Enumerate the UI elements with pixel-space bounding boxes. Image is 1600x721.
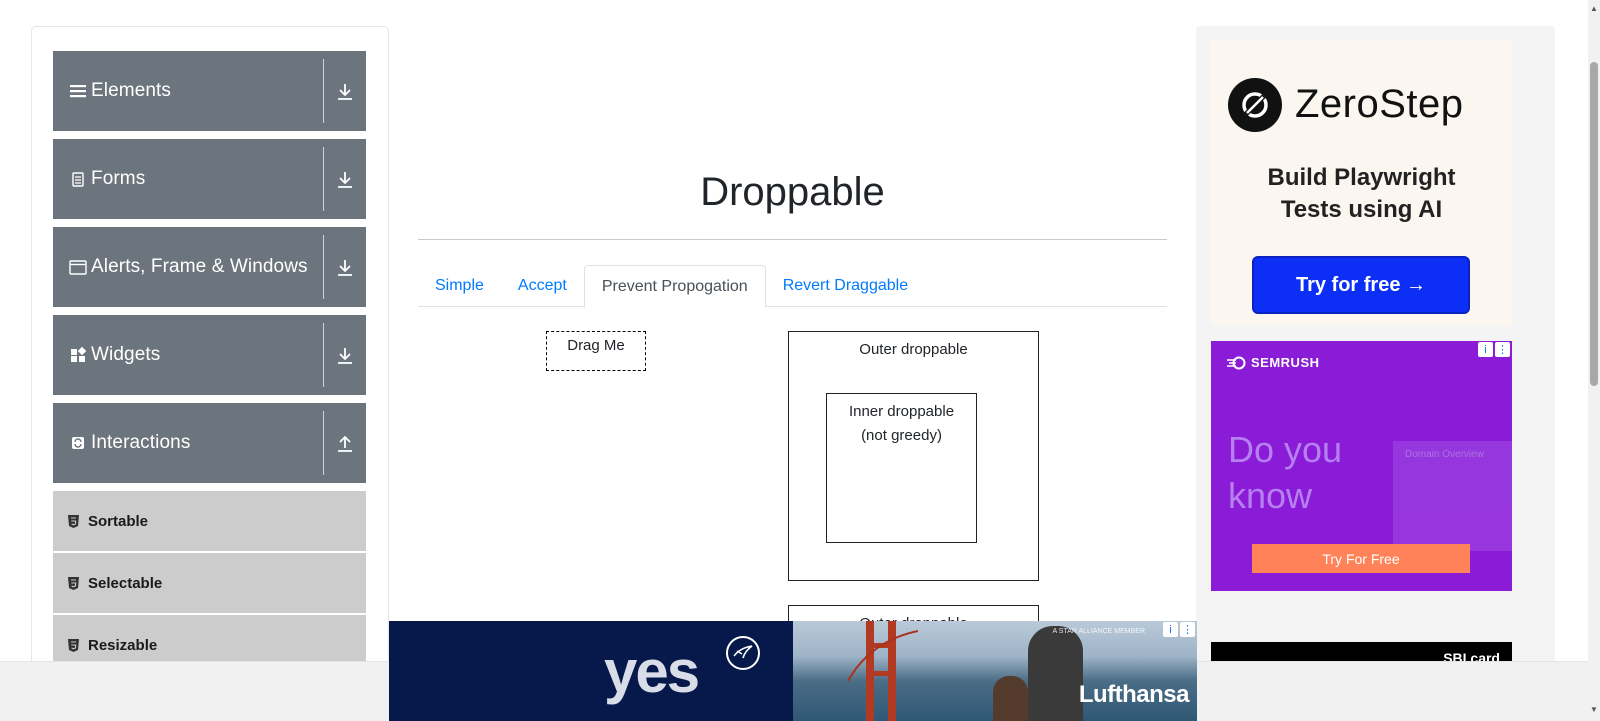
sidebar-item-sortable[interactable]: Sortable bbox=[53, 491, 366, 553]
divider bbox=[418, 239, 1167, 240]
html5-icon bbox=[68, 514, 80, 528]
divider bbox=[323, 411, 324, 475]
tab-revert-draggable[interactable]: Revert Draggable bbox=[766, 265, 925, 307]
html5-icon bbox=[68, 576, 80, 590]
sidebar-group-label: Alerts, Frame & Windows bbox=[91, 256, 308, 277]
widgets-grid-icon bbox=[69, 347, 87, 363]
zerostep-tagline-line: Build Playwright bbox=[1267, 164, 1456, 191]
lufthansa-yes-text: yes bbox=[604, 638, 700, 705]
sidebar-group-label: Widgets bbox=[91, 344, 161, 365]
zerostep-logo-icon bbox=[1228, 78, 1282, 132]
semrush-try-button[interactable]: Try For Free bbox=[1252, 544, 1470, 573]
hamburger-icon bbox=[69, 84, 87, 98]
tab-bar: Simple Accept Prevent Propogation Revert… bbox=[418, 265, 1167, 308]
inner-droppable-label: Inner droppable bbox=[848, 403, 955, 420]
zerostep-tagline: Build Playwright Tests using AI bbox=[1211, 162, 1512, 226]
lufthansa-left-panel: yes bbox=[389, 621, 793, 721]
child-figure-image bbox=[993, 676, 1028, 721]
ad-info-controls: i ⋮ bbox=[1163, 622, 1195, 637]
sidebar-item-label: Selectable bbox=[88, 574, 163, 592]
download-icon[interactable] bbox=[332, 255, 358, 281]
drag-me-box[interactable]: Drag Me bbox=[546, 331, 646, 371]
sidebar-group-forms[interactable]: Forms bbox=[53, 139, 366, 219]
sidebar-group-elements[interactable]: Elements bbox=[53, 51, 366, 131]
lufthansa-brand: Lufthansa bbox=[1078, 681, 1190, 708]
sidebar-group-label: Forms bbox=[91, 168, 146, 189]
interactions-icon bbox=[69, 436, 87, 450]
upload-icon[interactable] bbox=[332, 431, 358, 457]
tab-accept[interactable]: Accept bbox=[501, 265, 584, 307]
ad-info-icon[interactable]: i bbox=[1163, 622, 1178, 637]
sidebar-group-label: Interactions bbox=[91, 432, 191, 453]
main-content: Droppable Simple Accept Prevent Propogat… bbox=[418, 0, 1167, 721]
ad-menu-icon[interactable]: ⋮ bbox=[1495, 342, 1510, 357]
scroll-down-arrow-icon[interactable]: ▼ bbox=[1590, 705, 1598, 714]
semrush-ad[interactable]: SEMRUSH i ⋮ Domain Overview Do you know … bbox=[1211, 341, 1512, 591]
sidebar-group-interactions[interactable]: Interactions bbox=[53, 403, 366, 483]
html5-icon bbox=[68, 638, 80, 652]
sidebar-group-alerts[interactable]: Alerts, Frame & Windows bbox=[53, 227, 366, 307]
semrush-headline: Do you know bbox=[1228, 427, 1342, 519]
semrush-preview-panel: Domain Overview bbox=[1393, 441, 1512, 551]
left-sidebar: Elements Forms Alerts, Frame & Windows W… bbox=[31, 26, 389, 721]
ad-menu-icon[interactable]: ⋮ bbox=[1180, 622, 1195, 637]
divider bbox=[323, 235, 324, 299]
semrush-panel-title: Domain Overview bbox=[1405, 449, 1484, 460]
window-icon bbox=[69, 259, 87, 275]
inner-droppable-note: (not greedy) bbox=[861, 427, 942, 444]
page: Elements Forms Alerts, Frame & Windows W… bbox=[0, 0, 1600, 721]
outer-droppable-label: Outer droppable bbox=[859, 341, 968, 358]
page-scrollbar[interactable]: ▲ ▼ bbox=[1588, 0, 1600, 721]
inner-droppable[interactable]: Inner droppable (not greedy) bbox=[826, 393, 977, 543]
semrush-logo: SEMRUSH bbox=[1227, 355, 1320, 370]
sidebar-item-label: Resizable bbox=[88, 636, 158, 654]
zerostep-brand: ZeroStep bbox=[1295, 82, 1464, 126]
lufthansa-photo-panel: A STAR ALLIANCE MEMBER Lufthansa i ⋮ bbox=[793, 621, 1197, 721]
tab-simple[interactable]: Simple bbox=[418, 265, 501, 307]
download-icon[interactable] bbox=[332, 167, 358, 193]
sidebar-item-label: Sortable bbox=[88, 512, 149, 530]
outer-droppable[interactable]: Outer droppable Inner droppable (not gre… bbox=[788, 331, 1039, 581]
sidebar-group-widgets[interactable]: Widgets bbox=[53, 315, 366, 395]
zerostep-ad[interactable]: ZeroStep Build Playwright Tests using AI… bbox=[1211, 40, 1512, 325]
divider bbox=[323, 323, 324, 387]
semrush-headline-line: know bbox=[1228, 475, 1313, 516]
star-alliance-text: A STAR ALLIANCE MEMBER bbox=[1052, 628, 1145, 635]
divider bbox=[323, 147, 324, 211]
form-doc-icon bbox=[69, 171, 87, 187]
lufthansa-crane-icon bbox=[726, 636, 760, 670]
tab-prevent-propogation[interactable]: Prevent Propogation bbox=[583, 265, 766, 308]
lufthansa-banner-ad[interactable]: yes A STAR ALLIANCE MEMBER Lufthansa i ⋮ bbox=[389, 621, 1197, 721]
sidebar-item-selectable[interactable]: Selectable bbox=[53, 553, 366, 615]
person-figure-image bbox=[1028, 626, 1083, 721]
golden-gate-bridge-image bbox=[848, 621, 918, 721]
zerostep-tagline-line: Tests using AI bbox=[1280, 196, 1443, 223]
scroll-up-arrow-icon[interactable]: ▲ bbox=[1590, 4, 1598, 13]
page-title: Droppable bbox=[700, 170, 885, 214]
sidebar-group-label: Elements bbox=[91, 80, 172, 101]
scrollbar-thumb[interactable] bbox=[1590, 62, 1598, 386]
download-icon[interactable] bbox=[332, 343, 358, 369]
ad-info-controls: i ⋮ bbox=[1478, 342, 1510, 357]
semrush-flame-icon bbox=[1227, 356, 1246, 369]
semrush-headline-line: Do you bbox=[1228, 429, 1343, 470]
ad-info-icon[interactable]: i bbox=[1478, 342, 1493, 357]
download-icon[interactable] bbox=[332, 79, 358, 105]
zerostep-try-button[interactable]: Try for free → bbox=[1252, 256, 1470, 314]
divider bbox=[323, 59, 324, 123]
semrush-brand: SEMRUSH bbox=[1251, 355, 1320, 370]
